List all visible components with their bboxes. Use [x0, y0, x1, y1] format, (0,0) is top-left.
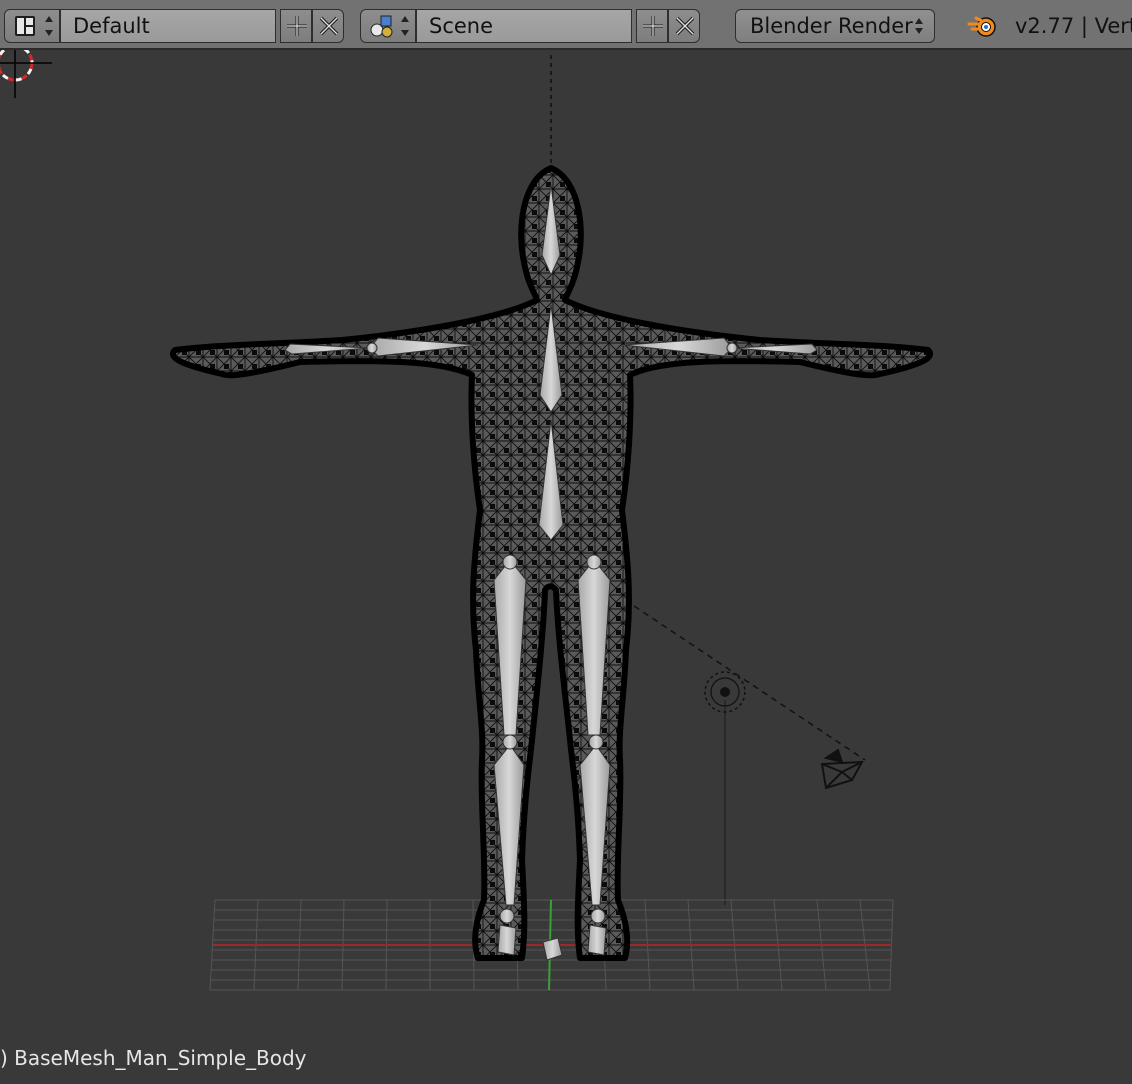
close-icon [675, 16, 695, 36]
screen-layout-icon [15, 16, 53, 36]
blender-logo-icon [967, 16, 996, 37]
close-icon [319, 16, 339, 36]
basemesh-body[interactable] [170, 165, 933, 961]
screen-layout-selector[interactable] [4, 9, 60, 43]
delete-scene-button[interactable] [668, 9, 700, 43]
add-screen-layout-button[interactable] [280, 9, 312, 43]
version-stats-text: v2.77 | Verts [1015, 14, 1132, 38]
plus-icon [643, 16, 663, 36]
screen-layout-name-field[interactable]: Default [60, 9, 276, 43]
selected-object-label: ) BaseMesh_Man_Simple_Body [0, 1046, 307, 1070]
render-engine-dropdown[interactable]: Blender Render [735, 9, 935, 43]
scene-name-field[interactable]: Scene [416, 9, 632, 43]
3d-cursor-icon[interactable] [0, 38, 52, 98]
delete-screen-layout-button[interactable] [312, 9, 344, 43]
plus-icon [287, 16, 307, 36]
scene-icon [370, 15, 409, 38]
lamp-relationship-line [624, 599, 866, 761]
add-scene-button[interactable] [636, 9, 668, 43]
lamp-icon[interactable] [704, 671, 746, 713]
camera-icon[interactable] [820, 748, 864, 790]
up-down-arrows-icon [915, 18, 923, 34]
3d-viewport[interactable] [0, 38, 1132, 1080]
render-engine-label: Blender Render [750, 14, 913, 38]
scene-selector[interactable] [360, 9, 416, 43]
info-header: Default Scene Blender Render v2.77 | Ver [0, 0, 1132, 50]
